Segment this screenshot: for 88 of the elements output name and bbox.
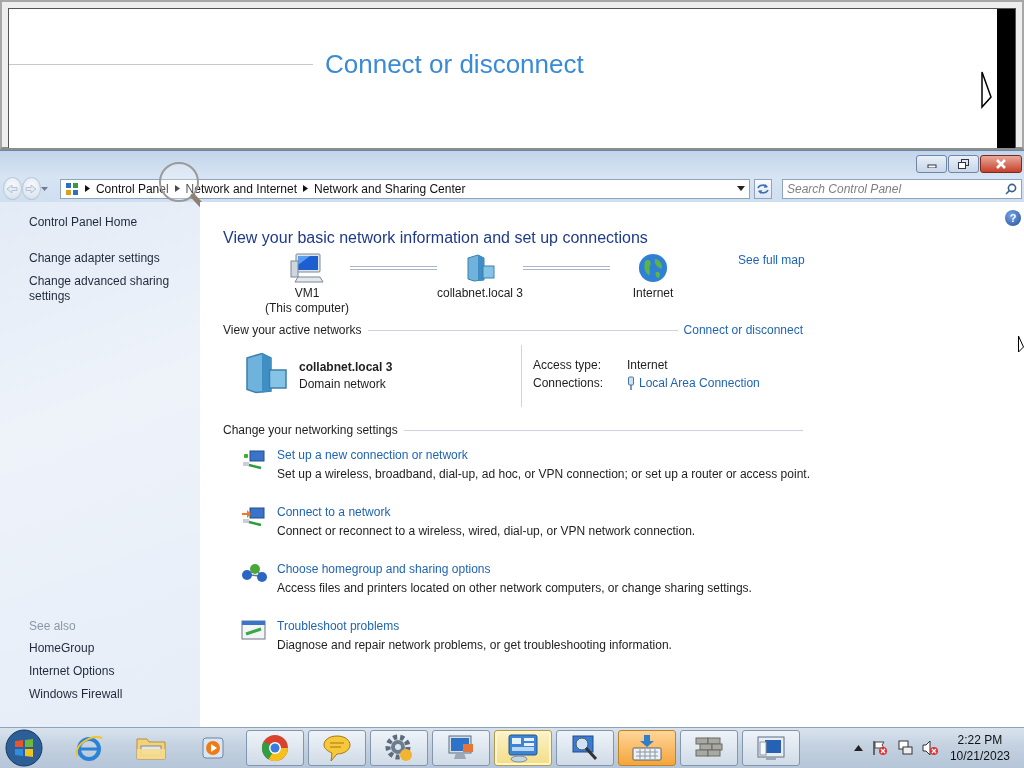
- taskbar-button[interactable]: [680, 730, 738, 766]
- media-player-icon: [200, 735, 226, 761]
- start-orb-icon: [4, 729, 44, 767]
- node-label: Internet: [632, 286, 674, 301]
- address-bar[interactable]: Control Panel Network and Internet Network and Sharing Center: [59, 178, 750, 199]
- node-label: VM1: [294, 286, 320, 301]
- connection-link[interactable]: Local Area Connection: [639, 376, 760, 390]
- taskbar-button[interactable]: [742, 730, 800, 766]
- see-full-map-link[interactable]: See full map: [738, 253, 805, 267]
- speech-bubble-icon: [322, 734, 352, 762]
- restore-icon: [958, 158, 969, 169]
- browser-icon: [74, 734, 104, 762]
- network-type: Domain network: [299, 376, 387, 392]
- field-label: Access type:: [533, 358, 603, 372]
- taskbar-button[interactable]: [556, 730, 614, 766]
- molecule-icon: [241, 562, 267, 584]
- taskbar-button[interactable]: [618, 730, 676, 766]
- taskbar-button[interactable]: [432, 730, 490, 766]
- node-label: collabnet.local 3: [436, 286, 524, 301]
- task-description: Diagnose and repair network problems, or get troubleshooting information.: [277, 638, 672, 652]
- taskbar-button[interactable]: [370, 730, 428, 766]
- task-link[interactable]: Set up a new connection or network: [277, 448, 810, 462]
- node-label: (This computer): [265, 301, 349, 316]
- network-connect-icon: [241, 505, 267, 529]
- network-add-icon: [241, 448, 267, 472]
- mouse-pointer-icon: [981, 71, 993, 109]
- sidebar-link[interactable]: Internet Options: [29, 664, 190, 679]
- arrow-icon: [25, 183, 38, 194]
- show-hidden-icons-button[interactable]: [853, 745, 863, 751]
- restore-button[interactable]: [948, 154, 979, 173]
- chevron-icon: [303, 185, 308, 192]
- task-description: Access files and printers located on other network computers, or change sharing settings.: [277, 581, 752, 595]
- taskbar-button[interactable]: [494, 730, 552, 766]
- sidebar-link[interactable]: HomeGroup: [29, 641, 190, 656]
- network-icon: [896, 740, 913, 756]
- folder-icon: [135, 735, 167, 761]
- monitor-icon: [756, 734, 786, 762]
- sidebar-link[interactable]: Change advanced sharing settings: [29, 274, 190, 304]
- close-button[interactable]: [980, 154, 1022, 173]
- taskbar-button[interactable]: [308, 730, 366, 766]
- see-also-heading: See also: [29, 619, 77, 633]
- task-description: Set up a wireless, broadband, dial-up, ad hoc, or VPN connection; or set up a router or access point.: [277, 467, 810, 481]
- tray-button[interactable]: [871, 740, 888, 756]
- section-heading: View your active networks: [223, 323, 362, 337]
- task-description: Connect or reconnect to a wireless, wired, dial-up, or VPN network connection.: [277, 524, 696, 538]
- gear-icon: [384, 733, 414, 763]
- arrow-icon: [6, 183, 19, 194]
- window-repair-icon: [241, 619, 267, 641]
- field-label: Connections:: [533, 376, 605, 390]
- computer-icon: [290, 253, 324, 283]
- task-link[interactable]: Troubleshoot problems: [277, 619, 672, 633]
- magnified-link[interactable]: Connect or disconnect: [325, 49, 584, 80]
- breadcrumb[interactable]: Control Panel: [95, 181, 169, 196]
- page-heading: View your basic network information and set up connections: [223, 229, 648, 247]
- up-arrow-icon: [853, 745, 863, 751]
- server-icon: [464, 253, 496, 283]
- field-value: Internet: [627, 358, 669, 372]
- connect-link[interactable]: Connect or disconnect: [683, 323, 803, 337]
- control-panel-icon: [64, 181, 79, 196]
- flag-icon: [871, 740, 888, 756]
- search-field[interactable]: Search Control Panel: [782, 178, 1022, 199]
- keyboard-icon: [631, 734, 663, 762]
- tray-button[interactable]: [896, 740, 913, 756]
- sidebar-link[interactable]: Windows Firewall: [29, 687, 190, 702]
- close-icon: [995, 158, 1007, 169]
- circle-browser-icon: [260, 733, 290, 763]
- caret-icon: [40, 186, 48, 191]
- sidebar-link[interactable]: Control Panel Home: [29, 215, 190, 230]
- search-icon: [1005, 182, 1017, 195]
- section-heading: Change your networking settings: [223, 423, 398, 437]
- start-button[interactable]: [4, 729, 44, 767]
- caret-icon: [736, 186, 745, 191]
- clock-button[interactable]: 2:22 PM 10/21/2023: [945, 732, 1022, 764]
- chevron-icon: [84, 185, 90, 192]
- network-name: collabnet.local 3: [299, 359, 393, 376]
- magnifier-icon: [570, 733, 600, 763]
- refresh-icon: [755, 182, 770, 195]
- task-link[interactable]: Connect to a network: [277, 505, 696, 519]
- control-panel-icon: [507, 733, 539, 763]
- volume-button[interactable]: [921, 740, 938, 756]
- task-link[interactable]: Choose homegroup and sharing options: [277, 562, 752, 576]
- sidebar-link[interactable]: Change adapter settings: [29, 251, 190, 266]
- cable-plug-icon: [627, 376, 635, 390]
- globe-icon: [637, 253, 669, 283]
- speaker-muted-icon: [921, 740, 938, 756]
- taskbar-button[interactable]: [246, 730, 304, 766]
- refresh-button[interactable]: [753, 178, 772, 199]
- breadcrumb[interactable]: Network and Sharing Center: [314, 181, 466, 196]
